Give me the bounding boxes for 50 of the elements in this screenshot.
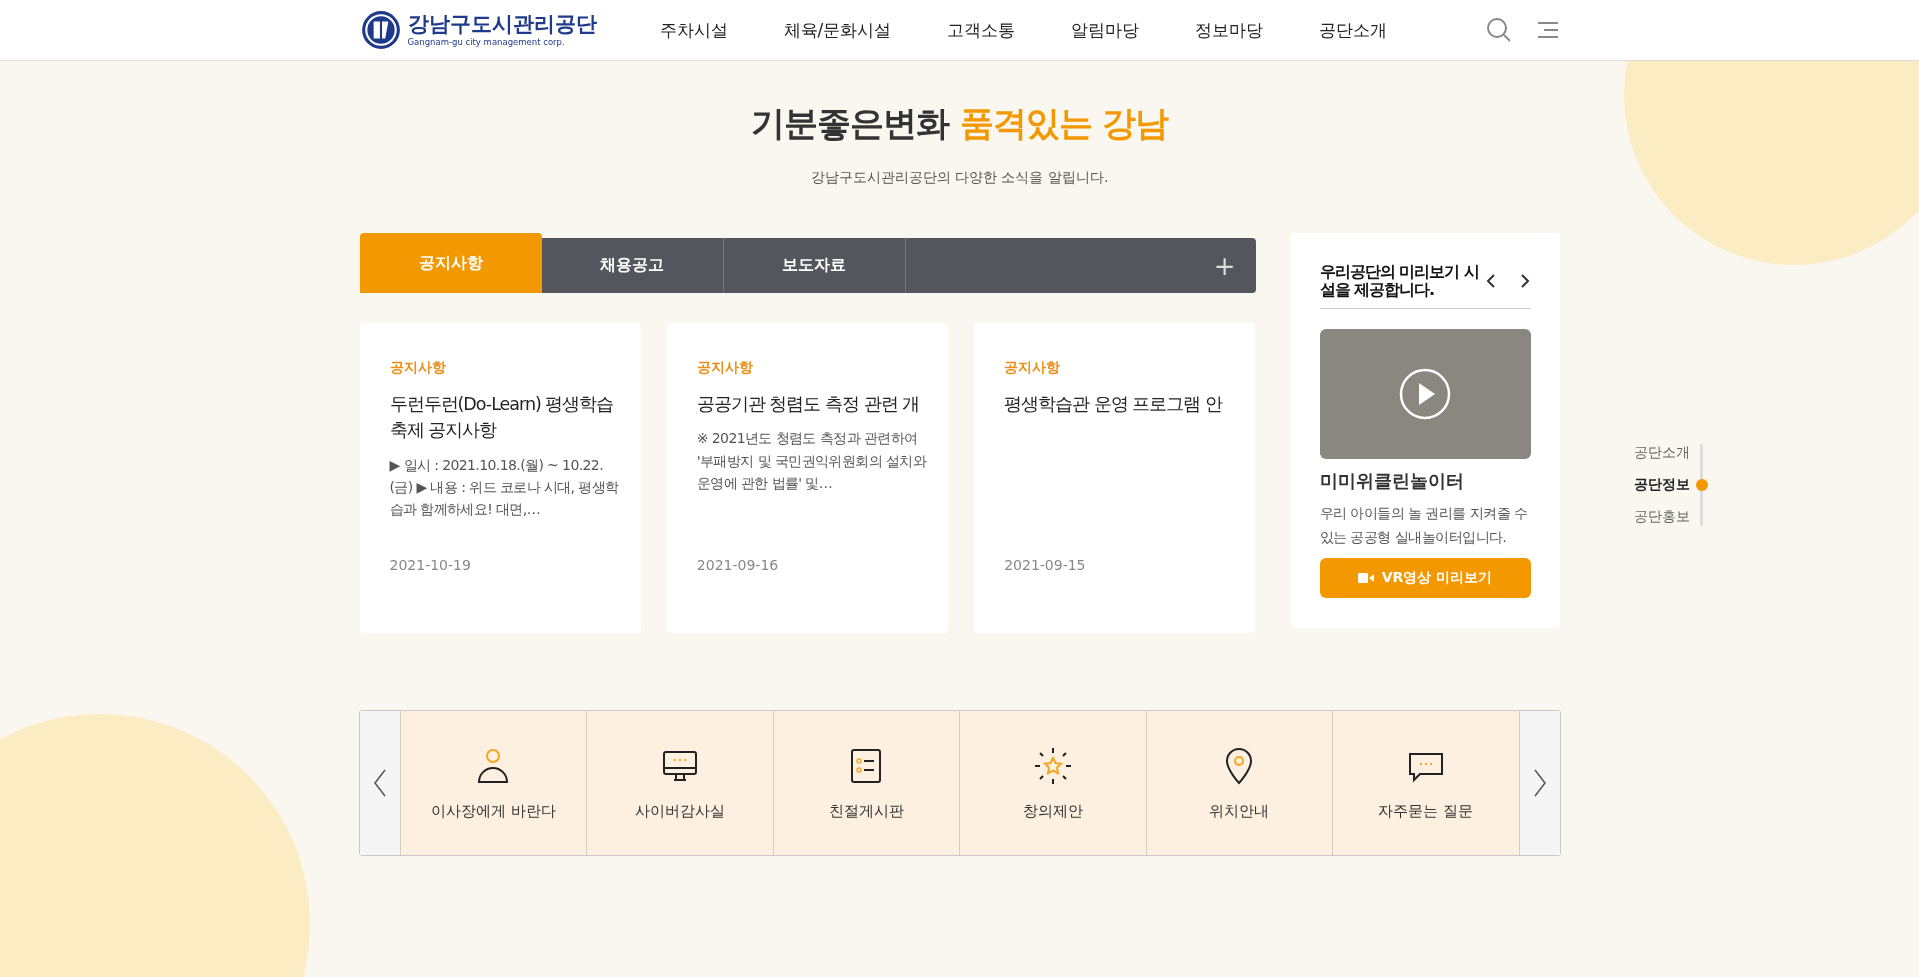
quick-link[interactable]: 사이버감사실 bbox=[586, 711, 773, 855]
section-subtitle: 강남구도시관리공단의 다양한 소식을 알립니다. bbox=[809, 169, 1110, 187]
side-nav-link[interactable]: 공단정보 bbox=[1634, 476, 1690, 494]
notice-card[interactable]: 공지사항 두런두런(Do-Learn) 평생학습 축제 공지사항 ▶ 일시 : 2021.10.18.(월) ~ 10.22.(금) ▶ 내용 : 위드 코로나 시대, 평생학습과 함께하세요! 대면,… 2021-10-19 bbox=[359, 323, 641, 633]
card-summary: ※ 2021년도 청렴도 측정과 관련하여 '부패방지 및 국민권익위원회의 설치와 운영에 관한 법률' 및… bbox=[696, 429, 928, 494]
play-icon[interactable] bbox=[1399, 368, 1451, 421]
quick-link[interactable]: 위치안내 bbox=[1145, 711, 1332, 855]
logo-name[interactable]: 강남구도시관리공단 bbox=[407, 13, 597, 37]
nav-link[interactable]: 알림마당 bbox=[1071, 18, 1140, 42]
nav-link[interactable]: 체육/문화시설 bbox=[783, 18, 892, 42]
sparkling-star-icon bbox=[1032, 745, 1073, 786]
video-camera-icon bbox=[1357, 571, 1374, 584]
chevron-left-icon bbox=[371, 768, 388, 798]
notice-card[interactable]: 공지사항 공공기관 청렴도 측정 관련 개 ※ 2021년도 청렴도 측정과 관련하여 '부패방지 및 국민권익위원회의 설치와 운영에 관한 법률' 및… 2021-09-16 bbox=[666, 323, 949, 633]
quick-link[interactable]: 창의제안 bbox=[959, 711, 1146, 855]
quick-link[interactable]: 이사장에게 바란다 bbox=[399, 711, 586, 855]
nav-link[interactable]: 공단소개 bbox=[1319, 18, 1388, 42]
chevron-left-icon[interactable] bbox=[1484, 272, 1497, 289]
logo-subtitle: Gangnam-gu city management corp. bbox=[407, 36, 566, 47]
card-summary: ▶ 일시 : 2021.10.18.(월) ~ 10.22.(금) ▶ 내용 : 위드 코로나 시대, 평생학습과 함께하세요! 대면,… bbox=[389, 455, 620, 520]
side-nav-link[interactable]: 공단홍보 bbox=[1634, 508, 1690, 526]
nav-link[interactable]: 정보마당 bbox=[1195, 18, 1264, 42]
search-icon[interactable] bbox=[1485, 17, 1512, 43]
place-description: 우리 아이들의 놀 권리를 지켜줄 수 있는 공공형 실내놀이터입니다. bbox=[1319, 504, 1529, 548]
chevron-right-icon[interactable] bbox=[1518, 272, 1531, 289]
tab[interactable]: 채용공고 bbox=[541, 238, 724, 293]
menu-icon[interactable] bbox=[1535, 20, 1560, 40]
card-date: 2021-09-16 bbox=[696, 557, 780, 573]
tab[interactable]: 보도자료 bbox=[723, 238, 906, 293]
section-title: 기분좋은변화 품격있는 강남 bbox=[749, 102, 1170, 145]
card-date: 2021-09-15 bbox=[1004, 557, 1087, 573]
notice-card[interactable]: 공지사항 평생학습관 운영 프로그램 안 2021-09-15 bbox=[974, 323, 1256, 633]
card-date: 2021-10-19 bbox=[389, 557, 472, 573]
chevron-right-icon bbox=[1531, 768, 1548, 798]
nav-link[interactable]: 주차시설 bbox=[659, 18, 728, 42]
card-title[interactable]: 평생학습관 운영 프로그램 안 bbox=[1004, 391, 1240, 418]
card-title[interactable]: 공공기관 청렴도 측정 관련 개 bbox=[696, 391, 933, 418]
place-name: 미미위클린놀이터 bbox=[1319, 469, 1465, 494]
active-dot-icon bbox=[1696, 479, 1708, 491]
nav-link[interactable]: 고객소통 bbox=[947, 18, 1016, 42]
quick-link[interactable]: 자주묻는 질문 bbox=[1332, 711, 1520, 855]
quick-link[interactable]: 친절게시판 bbox=[772, 711, 959, 855]
card-category: 공지사항 bbox=[1004, 359, 1062, 377]
card-category: 공지사항 bbox=[389, 359, 447, 377]
card-category: 공지사항 bbox=[696, 359, 754, 377]
more-button[interactable]: + bbox=[1207, 249, 1242, 282]
preview-heading: 우리공단의 미리보기 시설을 제공합니다. bbox=[1319, 263, 1480, 299]
logo-emblem-icon bbox=[359, 9, 402, 51]
card-title[interactable]: 두런두런(Do-Learn) 평생학습 축제 공지사항 bbox=[389, 391, 625, 444]
side-nav-link[interactable]: 공단소개 bbox=[1634, 444, 1690, 462]
